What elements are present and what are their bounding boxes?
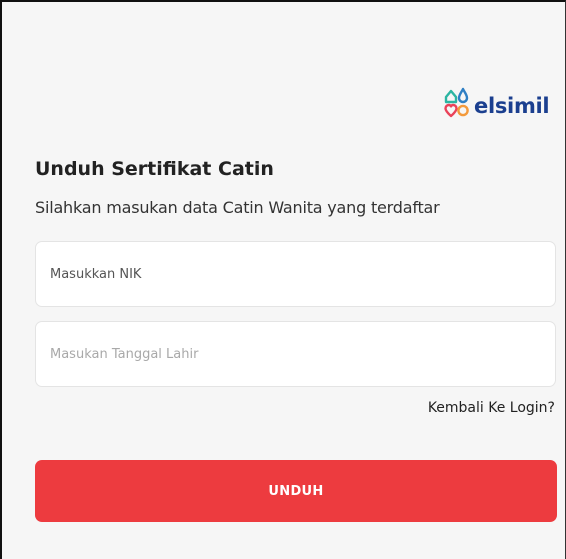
download-button[interactable]: UNDUH	[35, 460, 557, 522]
elsimil-logo-text: elsimil	[474, 94, 550, 118]
elsimil-logo-icon	[444, 83, 470, 121]
back-to-login-link[interactable]: Kembali Ke Login?	[428, 400, 555, 416]
elsimil-logo: elsimil	[444, 82, 550, 122]
page-title: Unduh Sertifikat Catin	[35, 158, 274, 180]
birth-date-input[interactable]	[35, 321, 556, 387]
download-certificate-screen: elsimil Unduh Sertifikat Catin Silahkan …	[0, 0, 566, 559]
nik-input[interactable]	[35, 241, 556, 307]
page-subtitle: Silahkan masukan data Catin Wanita yang …	[35, 198, 440, 217]
